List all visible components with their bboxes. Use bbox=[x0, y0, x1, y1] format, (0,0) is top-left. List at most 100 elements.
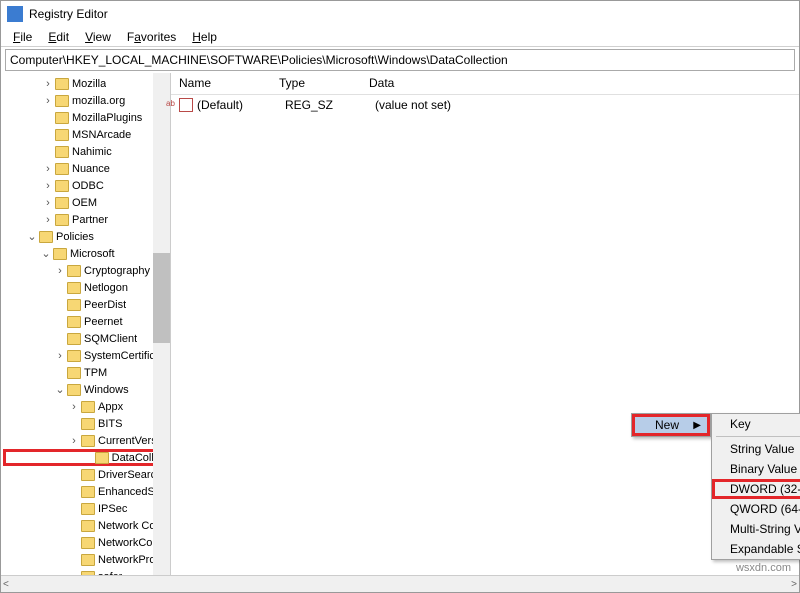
expand-icon[interactable]: › bbox=[41, 180, 55, 192]
tree-label: PeerDist bbox=[84, 299, 126, 311]
tree-item-mozilla-org[interactable]: › mozilla.org bbox=[3, 92, 170, 109]
tree-label: Appx bbox=[98, 401, 123, 413]
menu-bar[interactable]: File Edit View Favorites Help bbox=[1, 27, 799, 47]
context-menu[interactable]: New ▶ bbox=[631, 413, 711, 437]
tree-item-networkpro[interactable]: NetworkPro bbox=[3, 551, 170, 568]
col-name[interactable]: Name bbox=[171, 73, 271, 94]
tree-item-oem[interactable]: › OEM bbox=[3, 194, 170, 211]
expand-icon[interactable]: › bbox=[67, 435, 81, 447]
folder-icon bbox=[55, 163, 69, 175]
expand-icon[interactable]: › bbox=[53, 350, 67, 362]
folder-icon bbox=[81, 486, 95, 498]
tree-item-netlogon[interactable]: Netlogon bbox=[3, 279, 170, 296]
tree-item-bits[interactable]: BITS bbox=[3, 415, 170, 432]
tree-label: Microsoft bbox=[70, 248, 115, 260]
tree-label: Cryptography bbox=[84, 265, 150, 277]
tree-label: BITS bbox=[98, 418, 122, 430]
tree-pane[interactable]: › Mozilla › mozilla.org MozillaPluginsMSNArc… bbox=[1, 73, 171, 578]
tree-label: OEM bbox=[72, 197, 97, 209]
tree-item-nuance[interactable]: ›Nuance bbox=[3, 160, 170, 177]
ctx-new-label: New bbox=[655, 418, 679, 432]
ctx-multi-string-value[interactable]: Multi-String Value bbox=[712, 519, 800, 539]
tree-item-odbc[interactable]: ›ODBC bbox=[3, 177, 170, 194]
menu-help[interactable]: Help bbox=[184, 28, 225, 46]
menu-edit[interactable]: Edit bbox=[40, 28, 77, 46]
expand-icon[interactable]: › bbox=[53, 265, 67, 277]
tree-item-driversearc[interactable]: DriverSearc bbox=[3, 466, 170, 483]
tree-label: Windows bbox=[84, 384, 129, 396]
tree-item-nahimic[interactable]: Nahimic bbox=[3, 143, 170, 160]
ctx-qword-value[interactable]: QWORD (64-bit) Value bbox=[712, 499, 800, 519]
ctx-string-value[interactable]: String Value bbox=[712, 439, 800, 459]
folder-icon bbox=[81, 401, 95, 413]
tree-item-ipsec[interactable]: IPSec bbox=[3, 500, 170, 517]
folder-icon bbox=[81, 554, 95, 566]
ctx-binary-value[interactable]: Binary Value bbox=[712, 459, 800, 479]
tree-item-datacollect[interactable]: DataCollect bbox=[3, 449, 170, 466]
folder-icon bbox=[81, 418, 95, 430]
tree-scrollbar[interactable] bbox=[153, 73, 170, 578]
expand-icon[interactable]: ⌄ bbox=[39, 247, 53, 260]
tree-item-msnarcade[interactable]: MSNArcade bbox=[3, 126, 170, 143]
folder-icon bbox=[67, 350, 81, 362]
tree-item-microsoft[interactable]: ⌄ Microsoft bbox=[3, 245, 170, 262]
tree-item-partner[interactable]: › Partner bbox=[3, 211, 170, 228]
tree-item-currentvers[interactable]: › CurrentVers bbox=[3, 432, 170, 449]
new-submenu[interactable]: Key String Value Binary Value DWORD (32-… bbox=[711, 413, 800, 560]
folder-icon bbox=[55, 129, 69, 141]
scroll-left-icon[interactable]: < bbox=[3, 579, 9, 590]
folder-icon bbox=[95, 452, 109, 464]
tree-item-peernet[interactable]: Peernet bbox=[3, 313, 170, 330]
tree-item-enhanceds[interactable]: EnhancedS bbox=[3, 483, 170, 500]
tree-label: CurrentVers bbox=[98, 435, 157, 447]
folder-icon bbox=[55, 180, 69, 192]
expand-icon[interactable]: › bbox=[67, 401, 81, 413]
tree-item-windows[interactable]: ⌄ Windows bbox=[3, 381, 170, 398]
expand-icon[interactable]: ⌄ bbox=[53, 383, 67, 396]
expand-icon[interactable]: › bbox=[41, 163, 55, 175]
value-type: REG_SZ bbox=[285, 98, 375, 112]
address-bar[interactable]: Computer\HKEY_LOCAL_MACHINE\SOFTWARE\Pol… bbox=[5, 49, 795, 71]
ctx-dword-value[interactable]: DWORD (32-bit) Value bbox=[712, 479, 800, 499]
expand-icon[interactable]: › bbox=[41, 95, 55, 107]
tree-item-sqmclient[interactable]: SQMClient bbox=[3, 330, 170, 347]
tree-label: EnhancedS bbox=[98, 486, 155, 498]
col-data[interactable]: Data bbox=[361, 73, 799, 94]
scroll-right-icon[interactable]: > bbox=[791, 579, 797, 590]
app-icon bbox=[7, 6, 23, 22]
menu-file[interactable]: File bbox=[5, 28, 40, 46]
folder-icon bbox=[53, 248, 67, 260]
col-type[interactable]: Type bbox=[271, 73, 361, 94]
value-row[interactable]: (Default) REG_SZ (value not set) bbox=[171, 95, 799, 115]
folder-icon bbox=[67, 299, 81, 311]
ctx-key[interactable]: Key bbox=[712, 414, 800, 434]
tree-item-policies[interactable]: ⌄Policies bbox=[3, 228, 170, 245]
tree-label: Partner bbox=[72, 214, 108, 226]
tree-item-tpm[interactable]: TPM bbox=[3, 364, 170, 381]
menu-view[interactable]: View bbox=[77, 28, 119, 46]
tree-item-networkco[interactable]: NetworkCo bbox=[3, 534, 170, 551]
tree-item-systemcertific[interactable]: ›SystemCertific bbox=[3, 347, 170, 364]
expand-icon[interactable]: ⌄ bbox=[25, 230, 39, 243]
folder-icon bbox=[39, 231, 53, 243]
values-pane[interactable]: Name Type Data (Default) REG_SZ (value n… bbox=[171, 73, 799, 578]
column-headers[interactable]: Name Type Data bbox=[171, 73, 799, 95]
expand-icon[interactable]: › bbox=[41, 197, 55, 209]
tree-label: Nahimic bbox=[72, 146, 112, 158]
tree-item-appx[interactable]: › Appx bbox=[3, 398, 170, 415]
menu-favorites[interactable]: Favorites bbox=[119, 28, 184, 46]
horizontal-scrollbar[interactable]: < > bbox=[1, 575, 799, 592]
ctx-new[interactable]: New ▶ bbox=[632, 414, 710, 436]
tree-item-peerdist[interactable]: PeerDist bbox=[3, 296, 170, 313]
tree-item-mozilla[interactable]: › Mozilla bbox=[3, 75, 170, 92]
tree-item-cryptography[interactable]: › Cryptography bbox=[3, 262, 170, 279]
expand-icon[interactable]: › bbox=[41, 214, 55, 226]
scrollbar-thumb[interactable] bbox=[153, 253, 170, 343]
expand-icon[interactable]: › bbox=[41, 78, 55, 90]
folder-icon bbox=[81, 537, 95, 549]
ctx-expandable-string-value[interactable]: Expandable String Value bbox=[712, 539, 800, 559]
tree-item-mozillaplugins[interactable]: MozillaPlugins bbox=[3, 109, 170, 126]
tree-item-network-co[interactable]: Network Co bbox=[3, 517, 170, 534]
tree-label: Mozilla bbox=[72, 78, 106, 90]
tree-label: mozilla.org bbox=[72, 95, 125, 107]
